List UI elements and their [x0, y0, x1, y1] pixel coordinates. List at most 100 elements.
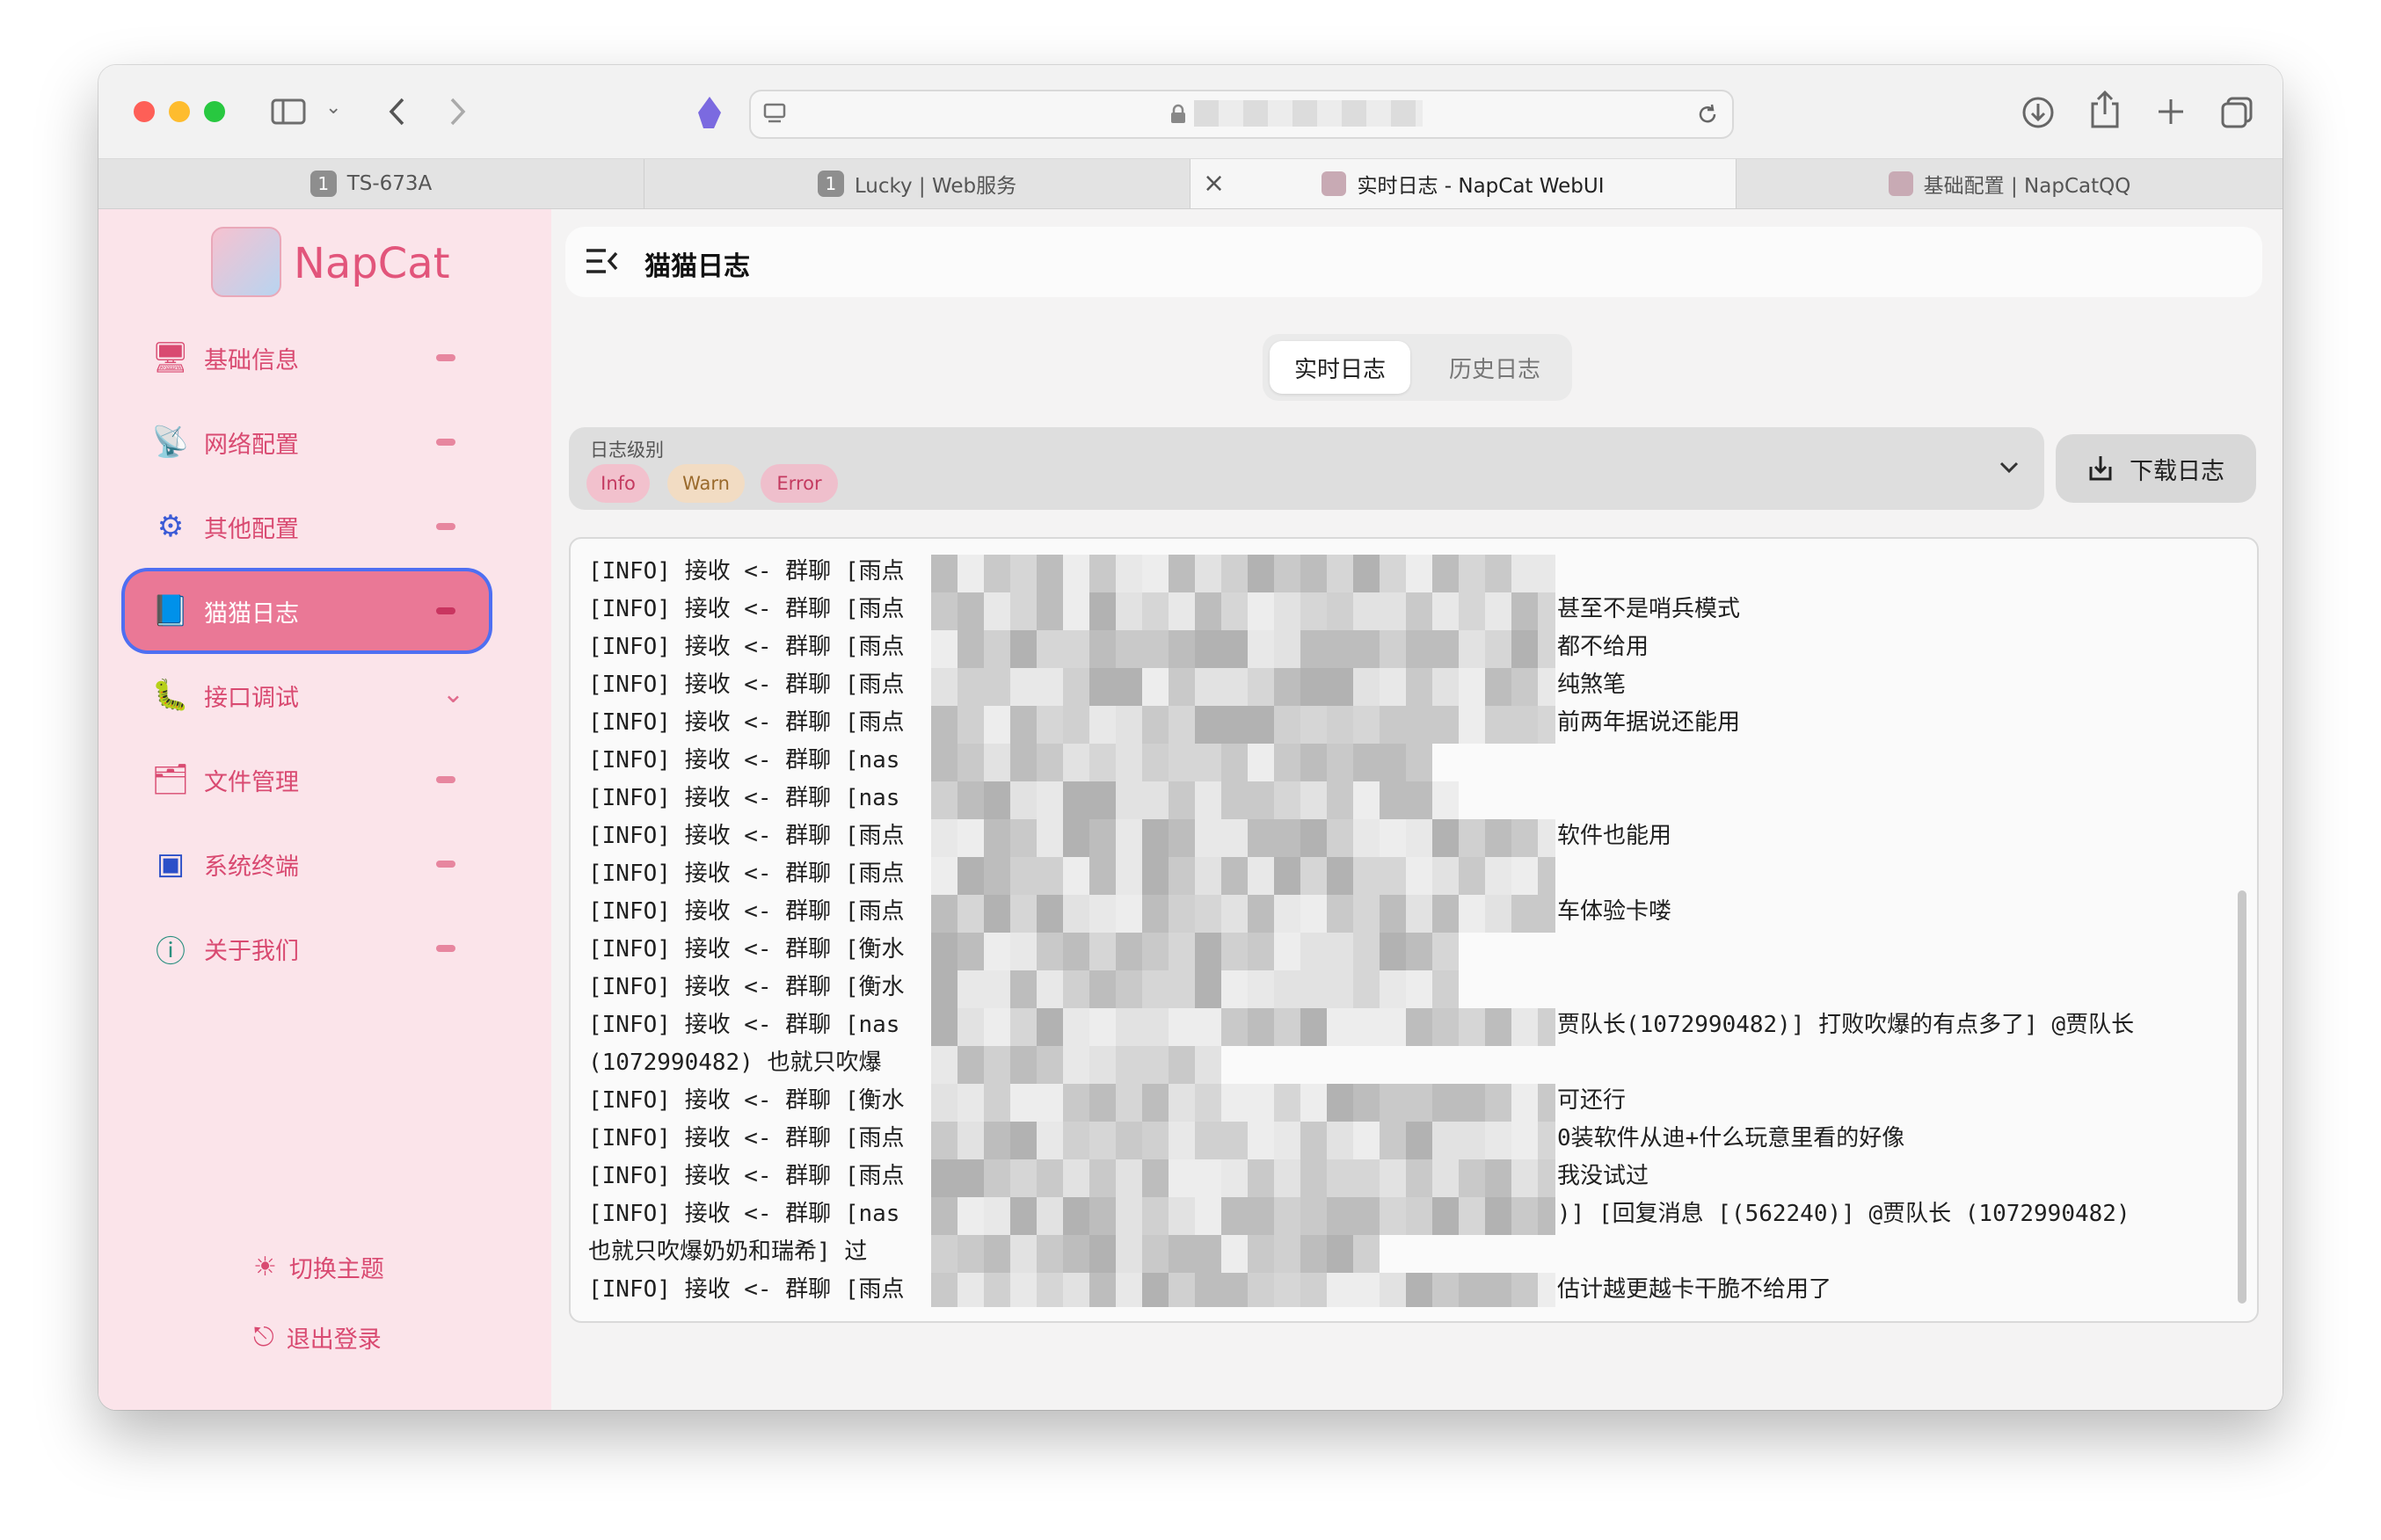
- page-menu-icon[interactable]: [763, 102, 786, 125]
- chevron-down-icon[interactable]: ⌄: [442, 679, 464, 709]
- logout-button[interactable]: ⎋ 退出登录: [253, 1320, 382, 1355]
- info-icon: ⓘ: [156, 933, 186, 970]
- download-log-label: 下载日志: [2130, 457, 2224, 485]
- tab-realtime-log[interactable]: × 实时日志 - NapCat WebUI: [1190, 159, 1737, 208]
- log-line-tail: 可还行: [1557, 1087, 1627, 1114]
- napcat-app: NapCat 🖥 基础信息 📡 网络配置 ⚙ 其他配置 📘 猫猫日志 🐛 接口调…: [98, 209, 2283, 1410]
- log-line: [INFO] 接收 <- 群聊 [衡水: [588, 1087, 905, 1114]
- sidebar-item-api-debug[interactable]: 🐛 接口调试 ⌄: [125, 656, 489, 735]
- chip-info[interactable]: Info: [586, 464, 650, 503]
- sidebar: NapCat 🖥 基础信息 📡 网络配置 ⚙ 其他配置 📘 猫猫日志 🐛 接口调…: [98, 209, 551, 1410]
- download-icon[interactable]: [2021, 95, 2056, 130]
- tab-bar: 1 TS-673A 1 Lucky | Web服务 × 实时日志 - NapCa…: [98, 159, 2283, 209]
- log-line-tail: 前两年据说还能用: [1557, 709, 1741, 736]
- log-line-tail: 0装软件从迪+什么玩意里看的好像: [1557, 1125, 1905, 1151]
- tab-label: 实时日志 - NapCat WebUI: [1357, 175, 1605, 198]
- browser-toolbar: ⌄: [98, 65, 2283, 159]
- log-level-label: 日志级别: [590, 439, 664, 461]
- address-bar[interactable]: [749, 90, 1734, 139]
- new-tab-icon[interactable]: [2156, 97, 2186, 127]
- logout-label: 退出登录: [286, 1326, 382, 1354]
- sidebar-item-terminal[interactable]: ▣ 系统终端: [125, 824, 489, 904]
- download-icon: [2089, 456, 2112, 481]
- tab-history-log-view[interactable]: 历史日志: [1424, 341, 1565, 394]
- log-line-tail: 都不给用: [1557, 634, 1649, 660]
- log-line: [INFO] 接收 <- 群聊 [雨点: [588, 634, 905, 660]
- log-viewer[interactable]: [INFO] 接收 <- 群聊 [雨点 [INFO] 接收 <- 群聊 [雨点 甚至…: [569, 537, 2259, 1323]
- log-line: [INFO] 接收 <- 群聊 [雨点: [588, 1125, 905, 1151]
- collapse-indicator: [436, 945, 455, 952]
- terminal-icon: ▣: [156, 846, 186, 882]
- menu-collapse-icon[interactable]: [585, 246, 618, 276]
- sidebar-item-label: 其他配置: [204, 515, 299, 543]
- forward-icon[interactable]: [448, 97, 468, 127]
- tab-ts673a[interactable]: 1 TS-673A: [98, 159, 644, 208]
- cog-icon: ⚙: [157, 509, 185, 544]
- page-header: 猫猫日志: [565, 227, 2262, 297]
- sidebar-item-file-manager[interactable]: 🗂 文件管理: [125, 740, 489, 819]
- sidebar-item-network[interactable]: 📡 网络配置: [125, 403, 489, 482]
- log-line-tail: 估计越更越卡干脆不给用了: [1557, 1276, 1832, 1303]
- sidebar-item-label: 猫猫日志: [204, 599, 299, 628]
- chevron-down-icon[interactable]: ⌄: [325, 98, 341, 118]
- tab-basic-config[interactable]: 基础配置 | NapCatQQ: [1737, 159, 2283, 208]
- log-line: [INFO] 接收 <- 群聊 [nas: [588, 747, 900, 774]
- sidebar-toggle-icon[interactable]: [271, 98, 306, 125]
- share-icon[interactable]: [2087, 90, 2123, 130]
- gear-screen-icon: 🖥: [151, 340, 190, 375]
- download-log-button[interactable]: 下载日志: [2056, 434, 2256, 503]
- log-line: [INFO] 接收 <- 群聊 [雨点: [588, 709, 905, 736]
- collapse-indicator: [436, 523, 455, 530]
- sidebar-item-about[interactable]: ⓘ 关于我们: [125, 909, 489, 988]
- chip-error[interactable]: Error: [761, 464, 838, 503]
- log-line: [INFO] 接收 <- 群聊 [雨点: [588, 596, 905, 622]
- napcat-favicon-icon: [1322, 171, 1347, 196]
- log-line-tail: 纯煞笔: [1557, 672, 1627, 698]
- privacy-mosaic: [931, 555, 1555, 1307]
- address-blur: [1194, 100, 1423, 127]
- tab-label: 基础配置 | NapCatQQ: [1923, 175, 2131, 198]
- sidebar-item-label: 基础信息: [204, 346, 299, 374]
- close-window-button[interactable]: [134, 101, 155, 122]
- log-line-tail: 贾队长(1072990482)] 打败吹爆的有点多了] @贾队长: [1557, 1012, 2135, 1038]
- chevron-down-icon[interactable]: [1999, 461, 2020, 475]
- collapse-indicator: [436, 776, 455, 783]
- brand-name: NapCat: [294, 239, 450, 288]
- napcat-favicon-icon: [1888, 171, 1913, 196]
- log-level-select[interactable]: 日志级别 Info Warn Error: [569, 427, 2044, 510]
- log-line: [INFO] 接收 <- 群聊 [nas: [588, 785, 900, 811]
- log-line-tail: 车体验卡喽: [1557, 898, 1672, 925]
- sidebar-item-label: 文件管理: [204, 768, 299, 796]
- tab-badge: 1: [817, 171, 844, 197]
- log-scrollbar[interactable]: [2238, 890, 2246, 1304]
- sidebar-item-label: 网络配置: [204, 431, 299, 459]
- sidebar-item-basic-info[interactable]: 🖥 基础信息: [125, 318, 489, 397]
- reload-icon[interactable]: [1695, 102, 1720, 127]
- back-icon[interactable]: [387, 97, 406, 127]
- napcat-logo: [211, 227, 281, 297]
- tab-realtime-log-view[interactable]: 实时日志: [1270, 341, 1410, 394]
- log-line: [INFO] 接收 <- 群聊 [雨点: [588, 861, 905, 887]
- sidebar-item-other-config[interactable]: ⚙ 其他配置: [125, 487, 489, 566]
- sidebar-item-cat-log[interactable]: 📘 猫猫日志: [125, 571, 489, 650]
- tab-label: TS-673A: [346, 172, 433, 195]
- chip-warn[interactable]: Warn: [667, 464, 745, 503]
- log-view-tabs: 实时日志 历史日志: [1263, 334, 1572, 401]
- sidebar-item-label: 关于我们: [204, 937, 299, 965]
- log-line: [INFO] 接收 <- 群聊 [雨点: [588, 1276, 905, 1303]
- close-tab-icon[interactable]: ×: [1203, 168, 1225, 199]
- zoom-window-button[interactable]: [204, 101, 225, 122]
- tab-overview-icon[interactable]: [2219, 95, 2254, 130]
- log-line: [INFO] 接收 <- 群聊 [nas: [588, 1201, 900, 1227]
- sidebar-item-label: 系统终端: [204, 853, 299, 881]
- lock-icon: [1171, 104, 1185, 123]
- log-line: [INFO] 接收 <- 群聊 [雨点: [588, 558, 905, 585]
- log-line-tail: 软件也能用: [1557, 823, 1672, 849]
- minimize-window-button[interactable]: [169, 101, 190, 122]
- sun-icon: ☀: [253, 1252, 277, 1282]
- tab-lucky[interactable]: 1 Lucky | Web服务: [644, 159, 1190, 208]
- log-line: (1072990482) 也就只吹爆: [588, 1050, 882, 1076]
- collapse-indicator: [436, 439, 455, 446]
- extension-icon[interactable]: [695, 95, 724, 130]
- theme-toggle-button[interactable]: ☀ 切换主题: [253, 1250, 384, 1284]
